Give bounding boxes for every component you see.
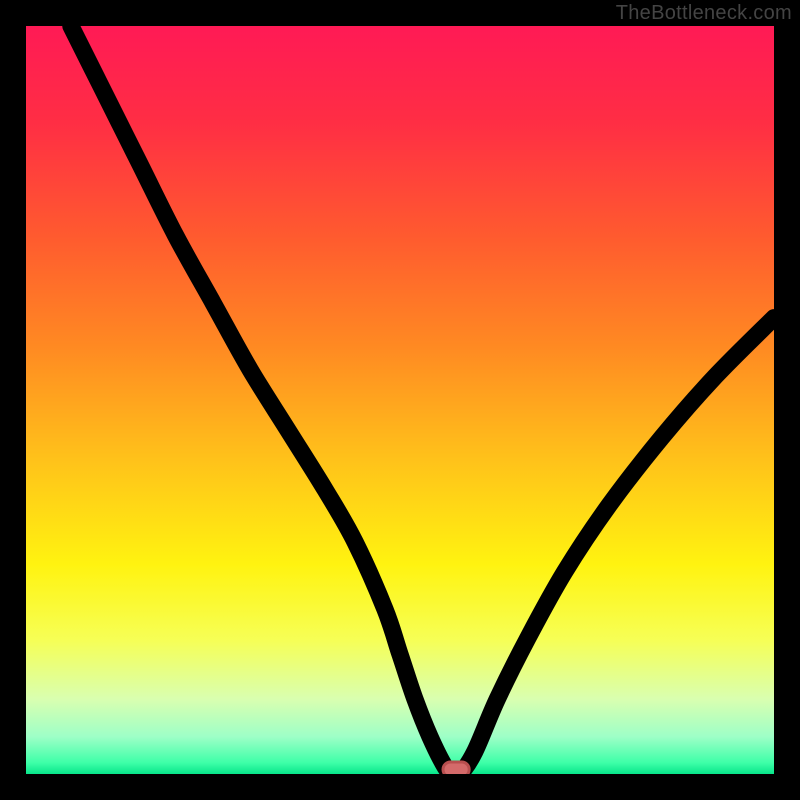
watermark-text: TheBottleneck.com [616, 2, 792, 25]
minimum-marker [443, 762, 469, 774]
plot-svg [26, 26, 774, 774]
plot-area [26, 26, 774, 774]
chart-frame: TheBottleneck.com [0, 0, 800, 800]
